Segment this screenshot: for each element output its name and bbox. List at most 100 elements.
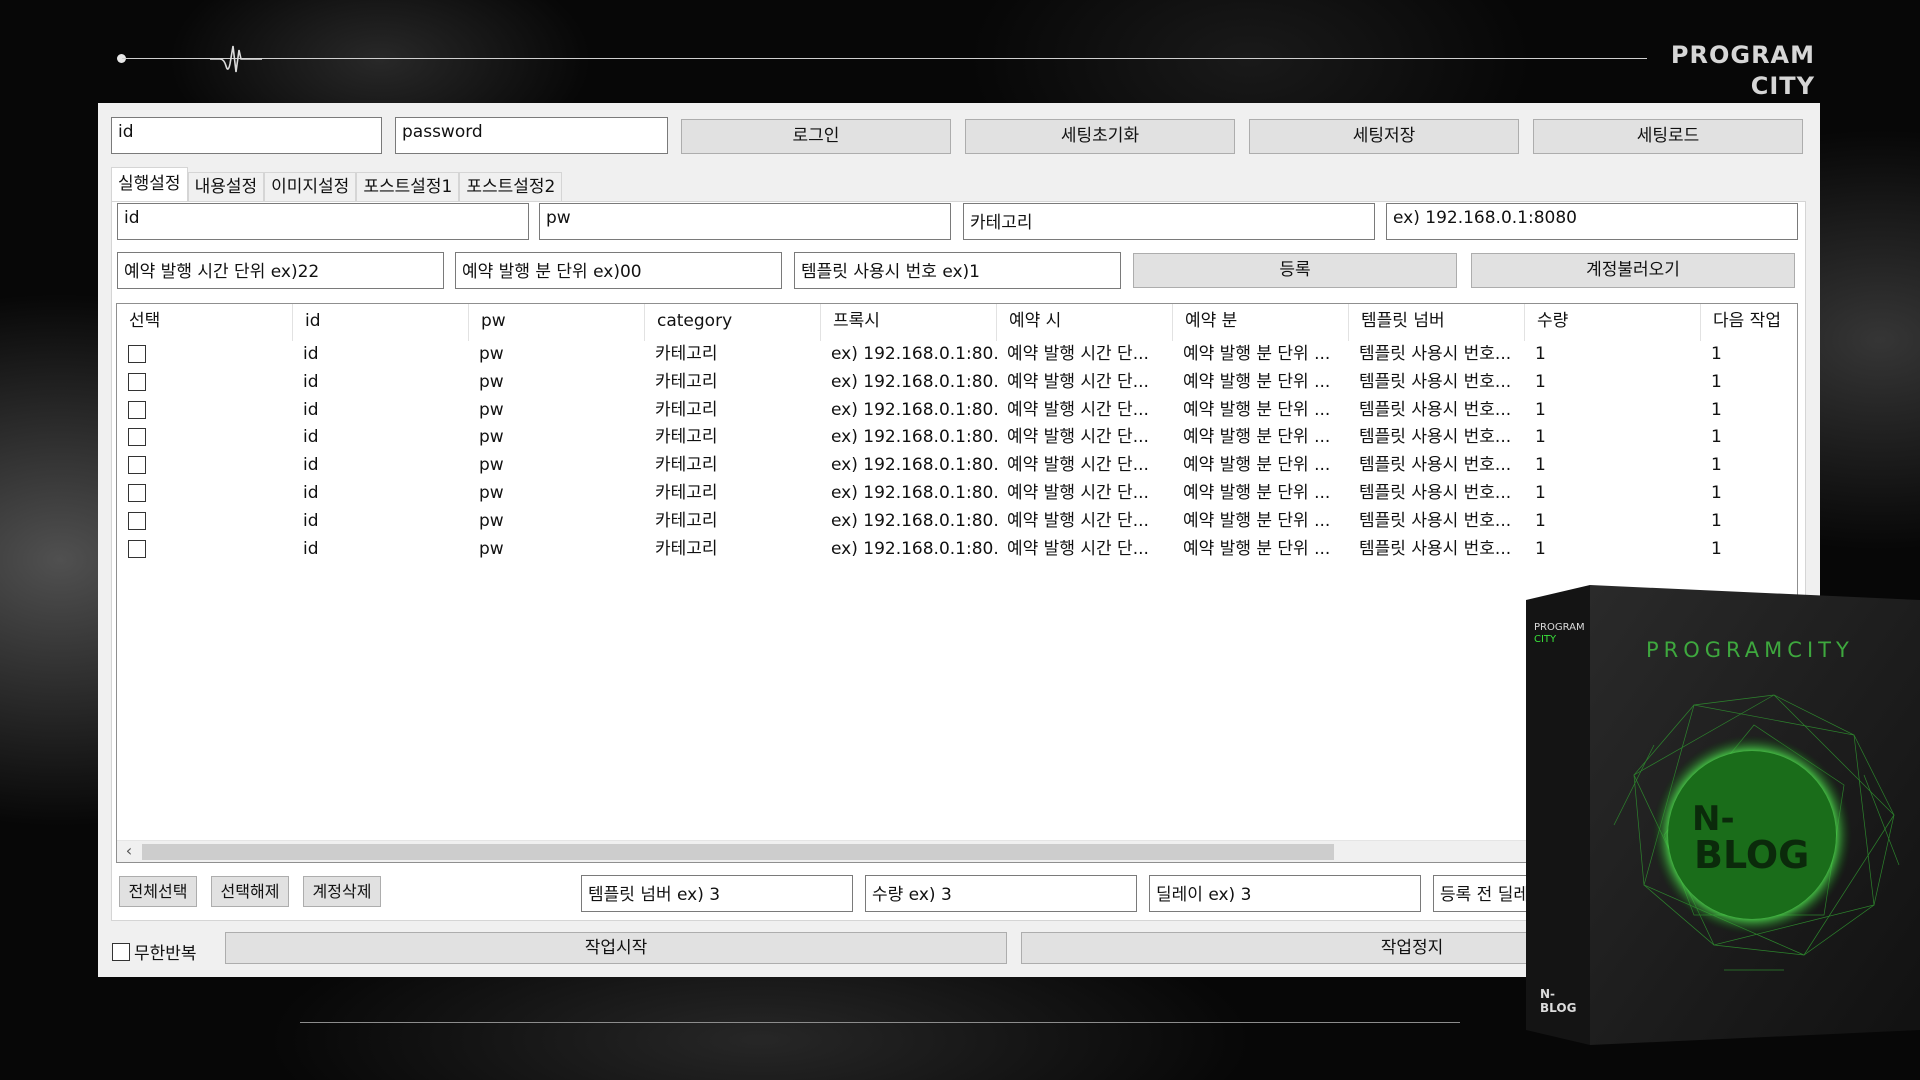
- delay-input[interactable]: 딜레이 ex) 3: [1149, 875, 1421, 912]
- row-checkbox[interactable]: [128, 511, 146, 530]
- cell-proxy[interactable]: ex) 192.168.0.1:80...: [821, 369, 997, 397]
- cell-pw[interactable]: pw: [469, 369, 645, 397]
- column-header-reserve-minute[interactable]: 예약 분: [1173, 304, 1349, 341]
- table-row[interactable]: id pw 카테고리 ex) 192.168.0.1:80... 예약 발행 시간 단.…: [117, 480, 1797, 508]
- cell-proxy[interactable]: ex) 192.168.0.1:80...: [821, 424, 997, 452]
- cell-category[interactable]: 카테고리: [645, 369, 821, 397]
- quantity-input[interactable]: 수량 ex) 3: [865, 875, 1137, 912]
- row-checkbox[interactable]: [128, 428, 146, 447]
- start-job-button[interactable]: 작업시작: [225, 932, 1007, 964]
- load-settings-button[interactable]: 세팅로드: [1533, 119, 1803, 154]
- cell-next-job[interactable]: 1: [1701, 452, 1797, 480]
- cell-template-number[interactable]: 템플릿 사용시 번호...: [1349, 341, 1525, 369]
- column-header-id[interactable]: id: [293, 304, 469, 341]
- tab-post-settings-2[interactable]: 포스트설정2: [459, 172, 563, 202]
- cell-category[interactable]: 카테고리: [645, 424, 821, 452]
- cell-proxy[interactable]: ex) 192.168.0.1:80...: [821, 397, 997, 425]
- cell-reserve-hour[interactable]: 예약 발행 시간 단...: [997, 369, 1173, 397]
- cell-quantity[interactable]: 1: [1525, 341, 1701, 369]
- cell-quantity[interactable]: 1: [1525, 369, 1701, 397]
- cell-pw[interactable]: pw: [469, 341, 645, 369]
- cell-quantity[interactable]: 1: [1525, 397, 1701, 425]
- column-header-template-number[interactable]: 템플릿 넘버: [1349, 304, 1525, 341]
- proxy-field[interactable]: ex) 192.168.0.1:8080: [1386, 203, 1798, 240]
- delete-account-button[interactable]: 계정삭제: [303, 876, 381, 907]
- cell-next-job[interactable]: 1: [1701, 397, 1797, 425]
- cell-reserve-minute[interactable]: 예약 발행 분 단위 ...: [1173, 424, 1349, 452]
- cell-id[interactable]: id: [293, 536, 469, 564]
- cell-reserve-minute[interactable]: 예약 발행 분 단위 ...: [1173, 508, 1349, 536]
- cell-reserve-hour[interactable]: 예약 발행 시간 단...: [997, 424, 1173, 452]
- cell-template-number[interactable]: 템플릿 사용시 번호...: [1349, 369, 1525, 397]
- cell-reserve-hour[interactable]: 예약 발행 시간 단...: [997, 341, 1173, 369]
- cell-proxy[interactable]: ex) 192.168.0.1:80...: [821, 536, 997, 564]
- cell-category[interactable]: 카테고리: [645, 536, 821, 564]
- cell-proxy[interactable]: ex) 192.168.0.1:80...: [821, 341, 997, 369]
- cell-reserve-hour[interactable]: 예약 발행 시간 단...: [997, 397, 1173, 425]
- row-checkbox[interactable]: [128, 345, 146, 363]
- cell-id[interactable]: id: [293, 424, 469, 452]
- register-button[interactable]: 등록: [1133, 253, 1457, 288]
- save-settings-button[interactable]: 세팅저장: [1249, 119, 1519, 154]
- cell-pw[interactable]: pw: [469, 480, 645, 508]
- cell-proxy[interactable]: ex) 192.168.0.1:80...: [821, 452, 997, 480]
- cell-quantity[interactable]: 1: [1525, 424, 1701, 452]
- login-password-field[interactable]: password: [395, 117, 668, 154]
- cell-template-number[interactable]: 템플릿 사용시 번호...: [1349, 424, 1525, 452]
- reserve-hour-field[interactable]: 예약 발행 시간 단위 ex)22: [117, 252, 444, 289]
- table-row[interactable]: id pw 카테고리 ex) 192.168.0.1:80... 예약 발행 시간 단.…: [117, 536, 1797, 564]
- cell-quantity[interactable]: 1: [1525, 452, 1701, 480]
- infinite-loop-checkbox[interactable]: [112, 942, 130, 961]
- login-button[interactable]: 로그인: [681, 119, 951, 154]
- scrollbar-thumb[interactable]: [142, 844, 1334, 860]
- column-header-reserve-hour[interactable]: 예약 시: [997, 304, 1173, 341]
- row-checkbox[interactable]: [128, 483, 146, 502]
- cell-reserve-hour[interactable]: 예약 발행 시간 단...: [997, 536, 1173, 564]
- cell-id[interactable]: id: [293, 341, 469, 369]
- table-row[interactable]: id pw 카테고리 ex) 192.168.0.1:80... 예약 발행 시간 단.…: [117, 369, 1797, 397]
- cell-reserve-hour[interactable]: 예약 발행 시간 단...: [997, 508, 1173, 536]
- cell-template-number[interactable]: 템플릿 사용시 번호...: [1349, 397, 1525, 425]
- load-accounts-button[interactable]: 계정불러오기: [1471, 253, 1795, 288]
- cell-next-job[interactable]: 1: [1701, 369, 1797, 397]
- cell-proxy[interactable]: ex) 192.168.0.1:80...: [821, 480, 997, 508]
- cell-proxy[interactable]: ex) 192.168.0.1:80...: [821, 508, 997, 536]
- pre-register-delay-input[interactable]: 등록 전 딜레: [1433, 875, 1533, 912]
- cell-template-number[interactable]: 템플릿 사용시 번호...: [1349, 480, 1525, 508]
- column-header-proxy[interactable]: 프록시: [821, 304, 997, 341]
- cell-category[interactable]: 카테고리: [645, 397, 821, 425]
- cell-next-job[interactable]: 1: [1701, 536, 1797, 564]
- select-all-button[interactable]: 전체선택: [119, 876, 197, 907]
- cell-pw[interactable]: pw: [469, 508, 645, 536]
- cell-id[interactable]: id: [293, 480, 469, 508]
- cell-category[interactable]: 카테고리: [645, 480, 821, 508]
- cell-next-job[interactable]: 1: [1701, 341, 1797, 369]
- table-row[interactable]: id pw 카테고리 ex) 192.168.0.1:80... 예약 발행 시간 단.…: [117, 397, 1797, 425]
- cell-pw[interactable]: pw: [469, 452, 645, 480]
- row-checkbox[interactable]: [128, 539, 146, 558]
- cell-pw[interactable]: pw: [469, 536, 645, 564]
- tab-run-settings[interactable]: 실행설정: [111, 167, 188, 202]
- cell-id[interactable]: id: [293, 508, 469, 536]
- scroll-left-arrow-icon[interactable]: ‹: [121, 841, 137, 862]
- cell-pw[interactable]: pw: [469, 424, 645, 452]
- cell-reserve-minute[interactable]: 예약 발행 분 단위 ...: [1173, 397, 1349, 425]
- category-field[interactable]: 카테고리: [963, 203, 1375, 240]
- cell-id[interactable]: id: [293, 452, 469, 480]
- cell-template-number[interactable]: 템플릿 사용시 번호...: [1349, 452, 1525, 480]
- deselect-button[interactable]: 선택해제: [211, 876, 289, 907]
- cell-next-job[interactable]: 1: [1701, 424, 1797, 452]
- cell-id[interactable]: id: [293, 397, 469, 425]
- table-row[interactable]: id pw 카테고리 ex) 192.168.0.1:80... 예약 발행 시간 단.…: [117, 508, 1797, 536]
- account-id-field[interactable]: id: [117, 203, 529, 240]
- account-pw-field[interactable]: pw: [539, 203, 951, 240]
- table-row[interactable]: id pw 카테고리 ex) 192.168.0.1:80... 예약 발행 시간 단.…: [117, 452, 1797, 480]
- template-number-field[interactable]: 템플릿 사용시 번호 ex)1: [794, 252, 1121, 289]
- row-checkbox[interactable]: [128, 400, 146, 419]
- cell-reserve-minute[interactable]: 예약 발행 분 단위 ...: [1173, 536, 1349, 564]
- infinite-loop-toggle[interactable]: 무한반복: [112, 939, 197, 964]
- cell-id[interactable]: id: [293, 369, 469, 397]
- table-row[interactable]: id pw 카테고리 ex) 192.168.0.1:80... 예약 발행 시간 단.…: [117, 424, 1797, 452]
- tab-post-settings-1[interactable]: 포스트설정1: [356, 172, 460, 202]
- cell-reserve-hour[interactable]: 예약 발행 시간 단...: [997, 480, 1173, 508]
